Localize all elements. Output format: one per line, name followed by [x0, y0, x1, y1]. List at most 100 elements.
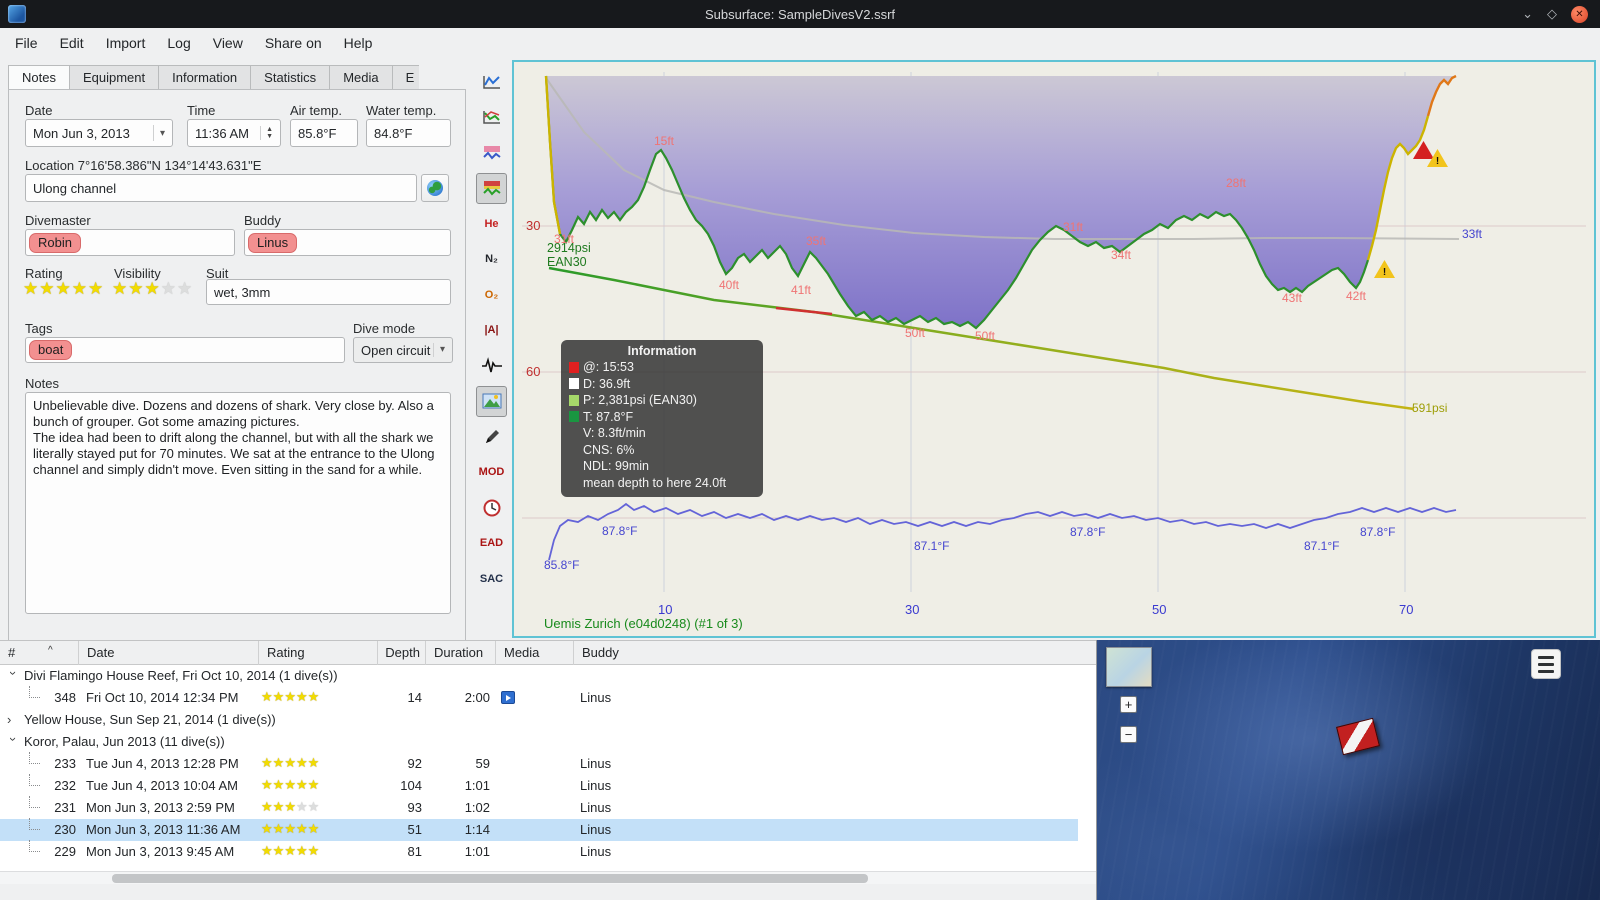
tab-statistics[interactable]: Statistics	[250, 65, 330, 90]
time-spinner[interactable]: 11:36 AM ▲ ▼	[187, 119, 281, 147]
rating-stars[interactable]: ★★★★★	[23, 279, 104, 299]
star-filled-icon: ★	[261, 821, 273, 836]
media-icon[interactable]	[501, 691, 515, 704]
scrollbar-thumb[interactable]	[112, 874, 868, 883]
pressure-graph-icon[interactable]	[476, 102, 507, 133]
location-input[interactable]: Ulong channel	[25, 174, 417, 202]
ruler-icon[interactable]	[476, 421, 507, 452]
star-filled-icon[interactable]: ★	[88, 279, 104, 298]
menu-item-view[interactable]: View	[202, 31, 254, 55]
dive-row[interactable]: 229 Mon Jun 3, 2013 9:45 AM ★★★★★ 81 1:01 Lin…	[0, 840, 1078, 863]
star-filled-icon[interactable]: ★	[72, 279, 88, 298]
dive-computer-graph-icon[interactable]	[476, 66, 507, 97]
trip-row[interactable]: › Yellow House, Sun Sep 21, 2014 (1 dive(…	[0, 709, 1078, 731]
profile-info-tooltip: Information @: 15:53 D: 36.9ft P: 2,381psi…	[561, 340, 763, 497]
tag-chip[interactable]: boat	[29, 340, 73, 360]
star-filled-icon[interactable]: ★	[56, 279, 72, 298]
heart-rate-icon[interactable]	[476, 350, 507, 381]
tab-equipment[interactable]: Equipment	[68, 65, 159, 90]
divemaster-chip[interactable]: Robin	[29, 232, 81, 253]
notes-textarea[interactable]: Unbelievable dive. Dozens and dozens of …	[25, 392, 451, 614]
column-header-buddy[interactable]: Buddy	[574, 641, 1078, 665]
dive-list-header: # ^ Date Rating Depth Duration Media Budd…	[0, 641, 1096, 665]
ead-icon[interactable]: EAD	[476, 528, 507, 559]
star-empty-icon[interactable]: ★	[161, 279, 177, 298]
star-filled-icon[interactable]: ★	[23, 279, 39, 298]
menu-item-share-on[interactable]: Share on	[254, 31, 333, 55]
tab-notes[interactable]: Notes	[8, 65, 69, 90]
column-header-date[interactable]: Date	[79, 641, 259, 665]
buddy-label: Buddy	[244, 213, 281, 228]
column-header-duration[interactable]: Duration	[426, 641, 496, 665]
menu-item-import[interactable]: Import	[95, 31, 157, 55]
close-icon[interactable]: ✕	[1571, 5, 1588, 23]
trip-row[interactable]: › Koror, Palau, Jun 2013 (11 dive(s))	[0, 731, 1078, 753]
tab-information[interactable]: Information	[158, 65, 251, 90]
date-label: Date	[25, 103, 53, 118]
trip-row[interactable]: › Divi Flamingo House Reef, Fri Oct 10, 2…	[0, 665, 1078, 687]
tab-media[interactable]: Media	[329, 65, 392, 90]
tags-input[interactable]: boat	[25, 337, 345, 363]
maximize-icon[interactable]: ◇	[1547, 6, 1557, 22]
tissues-icon[interactable]: |A|	[476, 315, 507, 346]
map-location-button[interactable]	[421, 174, 449, 202]
star-filled-icon[interactable]: ★	[112, 279, 128, 298]
tab-e[interactable]: E	[391, 65, 419, 90]
collapse-icon[interactable]: ›	[2, 737, 24, 749]
star-filled-icon: ★	[295, 843, 308, 858]
suit-input[interactable]: wet, 3mm	[206, 279, 451, 305]
column-header-rating[interactable]: Rating	[259, 641, 378, 665]
column-header-depth[interactable]: Depth	[378, 641, 426, 665]
menu-item-log[interactable]: Log	[156, 31, 201, 55]
spinner-arrows-icon[interactable]: ▲ ▼	[260, 126, 273, 140]
collapse-icon[interactable]: ›	[2, 671, 24, 683]
legend-swatch-icon	[569, 444, 579, 455]
star-filled-icon[interactable]: ★	[145, 279, 161, 298]
sac-icon[interactable]: SAC	[476, 563, 507, 594]
ceiling-icon[interactable]	[476, 137, 507, 168]
star-filled-icon[interactable]: ★	[128, 279, 144, 298]
notes-form: Date Time Air temp. Water temp. Mon Jun …	[8, 89, 466, 642]
column-header-media[interactable]: Media	[496, 641, 574, 665]
pn-n2-icon[interactable]: N₂	[476, 244, 507, 275]
dive-row[interactable]: 233 Tue Jun 4, 2013 12:28 PM ★★★★★ 92 59 Linu…	[0, 752, 1078, 775]
menu-item-help[interactable]: Help	[333, 31, 384, 55]
menu-item-edit[interactable]: Edit	[49, 31, 95, 55]
menu-item-file[interactable]: File	[4, 31, 49, 55]
ndl-icon[interactable]	[476, 492, 507, 523]
divemode-select[interactable]: Open circuit ▾	[353, 337, 453, 363]
depth-axis-tick: 60	[526, 364, 541, 379]
depth-annotation: 41ft	[791, 283, 812, 297]
map-panel[interactable]: + −	[1096, 640, 1600, 900]
dive-row[interactable]: 232 Tue Jun 4, 2013 10:04 AM ★★★★★ 104 1:01 L…	[0, 774, 1078, 797]
calculated-ceiling-icon[interactable]	[476, 172, 507, 204]
airtemp-field[interactable]: 85.8°F	[290, 119, 358, 147]
zoom-in-button[interactable]: +	[1120, 696, 1137, 713]
pn-o2-icon[interactable]: O₂	[476, 279, 507, 310]
dive-row[interactable]: 348 Fri Oct 10, 2014 12:34 PM ★★★★★ 14 2:00 L…	[0, 686, 1078, 709]
mod-icon[interactable]: MOD	[476, 457, 507, 488]
visibility-stars[interactable]: ★★★★★	[112, 279, 193, 299]
map-menu-button[interactable]	[1531, 649, 1561, 679]
minimize-icon[interactable]: ⌄	[1522, 6, 1533, 22]
star-empty-icon[interactable]: ★	[177, 279, 193, 298]
divemaster-input[interactable]: Robin	[25, 229, 235, 256]
buddy-input[interactable]: Linus	[244, 229, 451, 256]
time-axis-tick: 50	[1152, 602, 1167, 617]
expand-icon[interactable]: ›	[7, 709, 19, 731]
star-filled-icon[interactable]: ★	[39, 279, 55, 298]
date-select[interactable]: Mon Jun 3, 2013 ▾	[25, 119, 173, 147]
zoom-out-button[interactable]: −	[1120, 726, 1137, 743]
column-header-number[interactable]: # ^	[0, 641, 79, 665]
dive-profile-panel[interactable]: Information @: 15:53 D: 36.9ft P: 2,381psi…	[512, 60, 1596, 638]
tree-branch-icon	[29, 774, 40, 786]
watertemp-field[interactable]: 84.8°F	[366, 119, 451, 147]
horizontal-scrollbar[interactable]	[0, 871, 1096, 884]
star-filled-icon: ★	[261, 843, 273, 858]
dive-row[interactable]: 230 Mon Jun 3, 2013 11:36 AM ★★★★★ 51 1:14 Li…	[0, 818, 1078, 841]
dive-row[interactable]: 231 Mon Jun 3, 2013 2:59 PM ★★★★★ 93 1:02 Lin…	[0, 796, 1078, 819]
app-icon	[8, 5, 26, 23]
show-photos-icon[interactable]	[476, 385, 507, 417]
pn-he-icon[interactable]: He	[476, 208, 507, 239]
buddy-chip[interactable]: Linus	[248, 232, 298, 253]
